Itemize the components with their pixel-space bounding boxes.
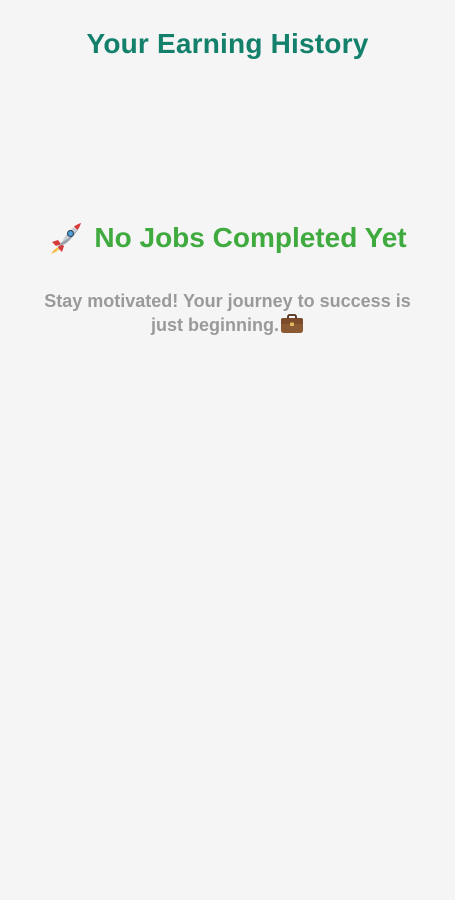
earning-history-screen: Your Earning History No Jobs Completed Y… [0, 0, 455, 900]
empty-state-title: No Jobs Completed Yet [94, 222, 407, 253]
empty-state-message-text: Stay motivated! Your journey to success … [44, 291, 411, 335]
empty-state: No Jobs Completed Yet Stay motivated! Yo… [0, 218, 455, 337]
page-title: Your Earning History [86, 28, 369, 59]
rocket-icon [48, 220, 84, 256]
empty-state-title-row: No Jobs Completed Yet [48, 218, 407, 258]
empty-state-message: Stay motivated! Your journey to success … [38, 289, 418, 337]
briefcase-icon [280, 314, 304, 334]
